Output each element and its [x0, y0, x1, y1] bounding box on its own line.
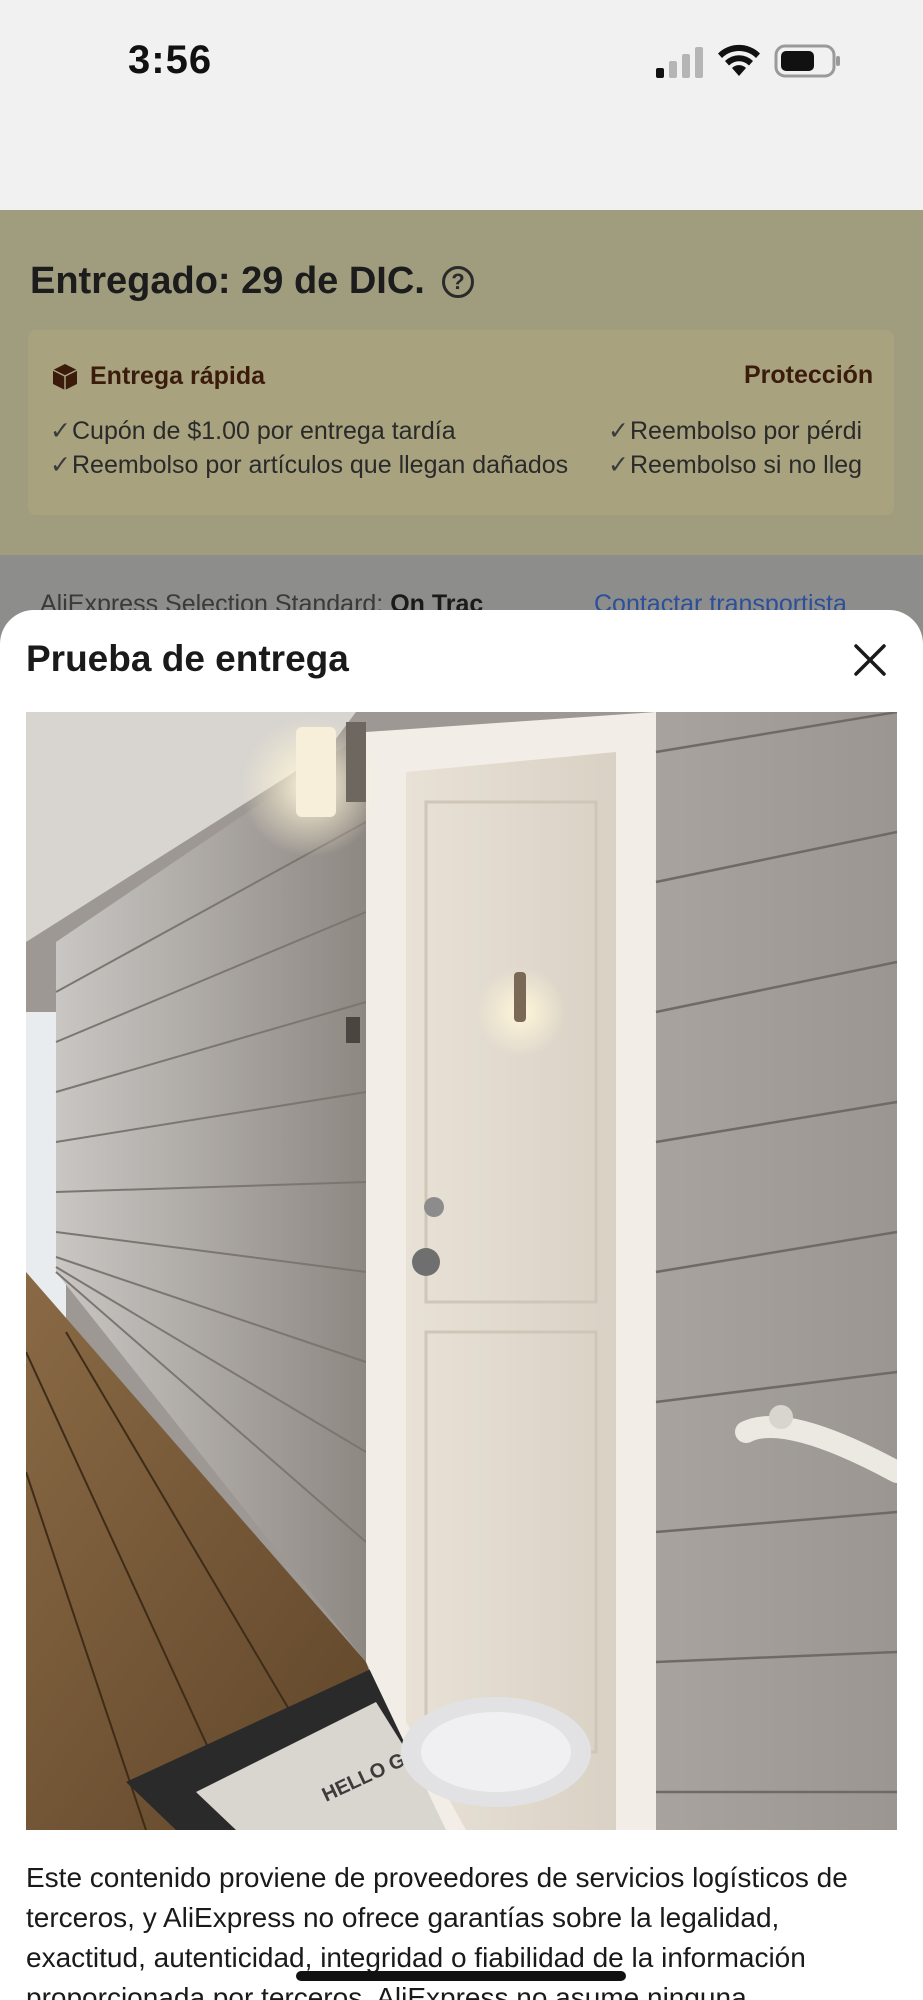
package-icon — [52, 364, 78, 390]
check-icon: ✓ — [50, 451, 71, 479]
protection-benefit-item: ✓Reembolso si no lleg — [608, 451, 863, 479]
status-time: 3:56 — [128, 38, 213, 82]
close-icon[interactable] — [850, 640, 890, 680]
delivery-proof-photo[interactable]: HELLO GREETINGS FROM NORTH CAROLINA — [26, 712, 897, 1830]
home-indicator[interactable] — [296, 1971, 626, 1981]
check-icon: ✓ — [50, 417, 71, 445]
fast-delivery-title: Entrega rápida — [90, 362, 266, 390]
wifi-icon — [718, 44, 760, 76]
delivered-date-title: Entregado: 29 de DIC. — [30, 260, 425, 302]
check-icon: ✓ — [608, 417, 629, 445]
help-icon[interactable]: ? — [442, 266, 474, 298]
protection-title: Protección — [744, 361, 874, 389]
status-bar: 3:56 — [0, 0, 923, 210]
fast-benefit-item: ✓Cupón de $1.00 por entrega tardía — [50, 417, 456, 445]
battery-icon — [774, 44, 840, 78]
check-icon: ✓ — [608, 451, 629, 479]
cellular-signal-icon — [656, 47, 703, 78]
protection-benefit-item: ✓Reembolso por pérdi — [608, 417, 863, 445]
sheet-title: Prueba de entrega — [26, 638, 349, 679]
proof-of-delivery-sheet: Prueba de entrega HELLO Este contenido p… — [0, 610, 923, 2000]
fast-benefit-item: ✓Reembolso por artículos que llegan daña… — [50, 451, 569, 479]
benefits-box: Entrega rápida Protección ✓Cupón de $1.0… — [28, 330, 894, 515]
